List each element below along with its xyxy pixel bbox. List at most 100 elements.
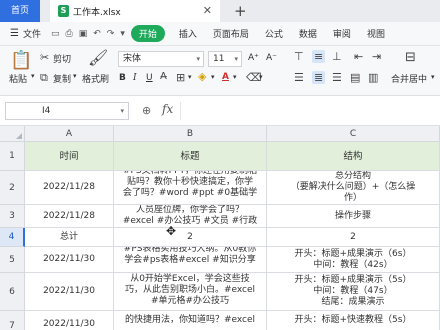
paste-dropdown-icon[interactable]: ▾ bbox=[31, 72, 35, 80]
quick-access-dropdown-icon[interactable]: ▾ bbox=[120, 29, 125, 39]
font-color-button[interactable]: A bbox=[222, 72, 229, 82]
clear-dropdown-icon[interactable]: ▾ bbox=[259, 73, 263, 81]
menu-start[interactable]: 开始 bbox=[130, 25, 165, 42]
merge-cells-icon[interactable]: ⊟ bbox=[405, 50, 416, 65]
align-bottom-icon[interactable]: ⊥ bbox=[332, 50, 342, 63]
cell-a4[interactable]: 总计 bbox=[25, 228, 114, 247]
undo-icon[interactable]: ↶ bbox=[93, 29, 101, 39]
row-header-active[interactable]: 4 bbox=[0, 228, 25, 247]
indent-decrease-icon[interactable]: ⇤ bbox=[354, 50, 363, 63]
fill-color-dropdown-icon[interactable]: ▾ bbox=[211, 73, 215, 81]
merge-center-button[interactable]: 合并居中 bbox=[391, 72, 427, 85]
cell-c5[interactable]: 开头：标题+成果演示（6s） 中间：教程（42s） bbox=[267, 247, 440, 273]
select-all-corner[interactable] bbox=[0, 126, 25, 142]
cell-b4[interactable]: 2 bbox=[114, 228, 267, 247]
cell-a3[interactable]: 2022/11/28 bbox=[25, 205, 114, 228]
print-icon[interactable]: ⎙ bbox=[66, 29, 73, 39]
format-painter-icon[interactable]: 🖌 bbox=[88, 48, 108, 67]
cell-c2[interactable]: 总分结构 （要解决什么问题）+（怎么操 作） bbox=[267, 171, 440, 205]
row-header[interactable]: 1 bbox=[0, 142, 25, 171]
name-box[interactable]: I4 ▾ bbox=[5, 102, 129, 120]
font-color-dropdown-icon[interactable]: ▾ bbox=[233, 73, 237, 81]
cell-b5[interactable]: #PS表格实用技巧大纲。从0教你 学会#ps表格#excel #知识分享 bbox=[114, 247, 267, 273]
merge-dropdown-icon[interactable]: ▾ bbox=[431, 73, 435, 81]
row-header[interactable]: 5 bbox=[0, 247, 25, 273]
fill-color-icon[interactable]: ◈ bbox=[198, 70, 206, 83]
cell-c7[interactable]: 开头：标题+快速教程（5s） bbox=[267, 311, 440, 330]
italic-button[interactable]: I bbox=[133, 73, 137, 83]
copy-dropdown-icon[interactable]: ▾ bbox=[73, 72, 77, 80]
cell-b7[interactable]: 的快捷用法，你知道吗？#excel bbox=[114, 311, 267, 330]
font-size-select[interactable]: 11 ▾ bbox=[208, 51, 242, 67]
border-icon[interactable]: ⊞ bbox=[176, 71, 185, 84]
cell-text: 2 bbox=[350, 231, 356, 242]
cell-a1[interactable]: 时间 bbox=[25, 142, 114, 171]
cell-c3[interactable]: 操作步骤 bbox=[267, 205, 440, 228]
zoom-icon[interactable]: ⊕ bbox=[142, 104, 151, 117]
copy-icon[interactable]: ⧉ bbox=[40, 71, 48, 85]
cell-a5[interactable]: 2022/11/30 bbox=[25, 247, 114, 273]
column-header-b[interactable]: B bbox=[114, 126, 267, 142]
row-header[interactable]: 7 bbox=[0, 311, 25, 330]
cell-a7[interactable]: 2022/11/30 bbox=[25, 311, 114, 330]
align-right-icon[interactable]: ☰ bbox=[332, 71, 342, 84]
bold-button[interactable]: B bbox=[119, 73, 126, 83]
cell-b3[interactable]: 人员座位牌，你学会了吗？ #excel #办公技巧 #文员 #行政 bbox=[114, 205, 267, 228]
underline-button[interactable]: U bbox=[146, 73, 153, 83]
format-painter-button[interactable]: 格式刷 bbox=[82, 72, 109, 85]
move-cursor-icon: ✥ bbox=[166, 224, 177, 238]
cell-b2[interactable]: #PS文档转PPT，你还在用复制粘 贴吗？教你十秒快速搞定，你学 会了吗？#wo… bbox=[114, 171, 267, 205]
tab-workbook[interactable]: S 工作本.xlsx ✕ bbox=[50, 0, 220, 22]
menu-insert[interactable]: 插入 bbox=[179, 27, 197, 40]
formula-input[interactable] bbox=[180, 102, 436, 120]
copy-button[interactable]: 复制 bbox=[53, 72, 71, 85]
indent-increase-icon[interactable]: ⇥ bbox=[372, 50, 381, 63]
cell-a2[interactable]: 2022/11/28 bbox=[25, 171, 114, 205]
cell-a6[interactable]: 2022/11/30 bbox=[25, 273, 114, 311]
paste-icon[interactable]: 📋 bbox=[10, 50, 32, 71]
redo-icon[interactable]: ↷ bbox=[107, 29, 115, 39]
strikethrough-icon[interactable]: A̶ bbox=[160, 71, 167, 82]
cut-button[interactable]: 剪切 bbox=[53, 52, 71, 65]
font-grow-button[interactable]: A⁺ bbox=[248, 53, 259, 63]
menu-data[interactable]: 数据 bbox=[299, 27, 317, 40]
menu-review[interactable]: 审阅 bbox=[333, 27, 351, 40]
cell-text: 总计 bbox=[59, 231, 78, 242]
font-shrink-button[interactable]: A⁻ bbox=[266, 53, 277, 63]
hamburger-menu-icon[interactable]: ☰ bbox=[10, 28, 19, 39]
insert-function-button[interactable]: fx bbox=[162, 102, 173, 116]
align-top-icon[interactable]: ⊤ bbox=[294, 50, 304, 63]
cell-text: 开头：标题+成果演示（6s） 中间：教程（42s） bbox=[294, 249, 412, 270]
cell-b6[interactable]: 从0开始学Excel，学会这些技 巧，从此告别职场小白。#excel #单元格#… bbox=[114, 273, 267, 311]
cell-c6[interactable]: 开头：标题+成果演示（5s） 中间：教程（47s） 结尾：成果演示 bbox=[267, 273, 440, 311]
justify-icon[interactable]: ▤ bbox=[350, 71, 360, 84]
paste-button[interactable]: 粘贴 bbox=[9, 72, 27, 85]
menu-view[interactable]: 视图 bbox=[367, 27, 385, 40]
align-left-icon[interactable]: ☰ bbox=[294, 71, 304, 84]
close-icon[interactable]: ✕ bbox=[203, 0, 212, 22]
column-header-c[interactable]: C bbox=[267, 126, 440, 142]
row-header[interactable]: 2 bbox=[0, 171, 25, 205]
font-family-value: 宋体 bbox=[123, 54, 142, 64]
cell-b1[interactable]: 标题 bbox=[114, 142, 267, 171]
menu-formulas[interactable]: 公式 bbox=[265, 27, 283, 40]
row-header[interactable]: 6 bbox=[0, 273, 25, 311]
column-header-a[interactable]: A bbox=[25, 126, 114, 142]
cut-icon[interactable]: ✂ bbox=[40, 51, 49, 64]
cell-c1[interactable]: 结构 bbox=[267, 142, 440, 171]
border-dropdown-icon[interactable]: ▾ bbox=[188, 73, 192, 81]
preview-icon[interactable]: ▣ bbox=[79, 29, 88, 39]
menu-page-layout[interactable]: 页面布局 bbox=[213, 27, 249, 40]
align-middle-icon[interactable]: ≡ bbox=[312, 50, 326, 63]
menu-bar: ☰ 文件 ▭ ⎙ ▣ ↶ ↷ ▾ 开始 插入 页面布局 公式 数据 审阅 视图 bbox=[0, 22, 440, 46]
save-icon[interactable]: ▭ bbox=[51, 29, 60, 39]
sheet-grid: A B C 1 时间 标题 结构 2 2022/11/28 #PS文档转PPT，… bbox=[0, 126, 440, 330]
align-center-icon[interactable]: ≣ bbox=[312, 71, 326, 84]
row-header[interactable]: 3 bbox=[0, 205, 25, 228]
new-tab-icon[interactable]: + bbox=[234, 0, 247, 22]
distribute-icon[interactable]: ▥ bbox=[368, 71, 378, 84]
cell-c4[interactable]: 2 bbox=[267, 228, 440, 247]
tab-home[interactable]: 首页 bbox=[0, 0, 40, 22]
font-family-select[interactable]: 宋体 ▾ bbox=[118, 51, 204, 67]
menu-file[interactable]: 文件 bbox=[23, 27, 41, 40]
